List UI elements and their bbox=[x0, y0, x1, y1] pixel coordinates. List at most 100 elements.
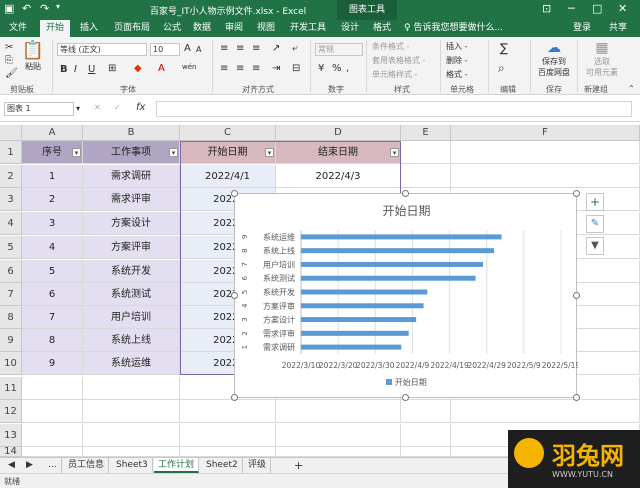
tab-format[interactable]: 格式 bbox=[369, 20, 395, 37]
tab-home[interactable]: 开始 bbox=[40, 20, 70, 37]
maximize-icon[interactable]: □ bbox=[592, 2, 602, 15]
name-box[interactable]: 图表 1 bbox=[4, 102, 74, 116]
login-link[interactable]: 登录 bbox=[570, 20, 594, 37]
cell[interactable] bbox=[401, 165, 451, 188]
select-all-corner[interactable] bbox=[0, 125, 22, 141]
row-header-7[interactable]: 7 bbox=[0, 283, 22, 306]
cell[interactable] bbox=[180, 447, 276, 457]
table-cell[interactable]: 2022/4/1 bbox=[180, 165, 276, 188]
tell-me-search[interactable]: ♀ 告诉我您想要做什么... bbox=[404, 20, 504, 37]
filter-dropdown-icon[interactable]: ▾ bbox=[390, 148, 399, 157]
number-format-select[interactable]: 常规 bbox=[315, 43, 363, 56]
collapse-ribbon-icon[interactable]: ⌃ bbox=[628, 84, 635, 93]
format-cells-button[interactable]: 格式 - bbox=[446, 69, 467, 80]
conditional-format-button[interactable]: 条件格式 - bbox=[372, 41, 409, 52]
table-cell[interactable]: 2022/4/3 bbox=[276, 165, 401, 188]
filter-dropdown-icon[interactable]: ▾ bbox=[169, 148, 178, 157]
tab-design[interactable]: 设计 bbox=[337, 20, 363, 37]
tab-review[interactable]: 审阅 bbox=[222, 20, 246, 37]
table-cell[interactable]: 6 bbox=[22, 283, 83, 306]
column-header-d[interactable]: D bbox=[276, 125, 401, 141]
ribbon-options-icon[interactable]: ⊡ bbox=[542, 2, 551, 15]
shrink-font-button[interactable]: A bbox=[196, 45, 201, 54]
row-header-14[interactable]: 14 bbox=[0, 447, 22, 457]
close-icon[interactable]: ✕ bbox=[618, 2, 627, 15]
bold-button[interactable]: B bbox=[60, 64, 68, 75]
share-button[interactable]: 共享 bbox=[600, 20, 636, 37]
format-painter-icon[interactable]: 🖌 bbox=[5, 68, 18, 79]
cell[interactable] bbox=[22, 424, 83, 447]
cell[interactable] bbox=[401, 447, 451, 457]
table-cell[interactable]: 需求评审 bbox=[83, 188, 180, 211]
cell[interactable] bbox=[451, 400, 640, 423]
chart-legend[interactable]: 开始日期 bbox=[235, 377, 578, 388]
cut-icon[interactable]: ✂ bbox=[5, 42, 13, 53]
cell[interactable] bbox=[83, 424, 180, 447]
sheet-prev-icon[interactable]: ◀ bbox=[4, 458, 19, 473]
chart-resize-handle[interactable] bbox=[402, 394, 409, 401]
cell[interactable] bbox=[180, 424, 276, 447]
tab-developer[interactable]: 开发工具 bbox=[288, 20, 328, 37]
grow-font-button[interactable]: A bbox=[184, 43, 191, 54]
redo-icon[interactable]: ↷ bbox=[40, 2, 49, 15]
cell[interactable] bbox=[401, 400, 451, 423]
tab-view[interactable]: 视图 bbox=[254, 20, 278, 37]
row-header-10[interactable]: 10 bbox=[0, 352, 22, 375]
row-header-1[interactable]: 1 bbox=[0, 141, 22, 164]
font-name-select[interactable]: 等线 (正文) bbox=[57, 43, 147, 56]
chart-resize-handle[interactable] bbox=[402, 190, 409, 197]
comma-button[interactable]: , bbox=[346, 63, 349, 74]
sheet-tab-sheet3[interactable]: Sheet3 bbox=[112, 458, 153, 473]
row-header-2[interactable]: 2 bbox=[0, 165, 22, 188]
fx-icon[interactable]: fx bbox=[136, 102, 145, 113]
align-bottom-icon[interactable]: ≡ bbox=[252, 43, 260, 54]
save-to-baidu-button[interactable]: ☁ 保存到 百度网盘 bbox=[535, 39, 573, 81]
table-cell[interactable]: 需求调研 bbox=[83, 165, 180, 188]
indent-icon[interactable]: ⇥ bbox=[272, 63, 280, 74]
row-header-4[interactable]: 4 bbox=[0, 212, 22, 235]
column-header-a[interactable]: A bbox=[22, 125, 83, 141]
cancel-icon[interactable]: ✕ bbox=[94, 103, 101, 112]
align-left-icon[interactable]: ≡ bbox=[220, 63, 228, 74]
table-cell[interactable]: 5 bbox=[22, 260, 83, 283]
table-cell[interactable]: 3 bbox=[22, 212, 83, 235]
merge-icon[interactable]: ⊟ bbox=[292, 63, 300, 74]
sheet-next-icon[interactable]: ▶ bbox=[22, 458, 37, 473]
fill-color-icon[interactable]: ◆ bbox=[134, 63, 142, 74]
table-cell[interactable]: 系统运维 bbox=[83, 352, 180, 375]
chart-resize-handle[interactable] bbox=[573, 394, 580, 401]
phonetic-icon[interactable]: wén bbox=[182, 63, 196, 71]
row-header-8[interactable]: 8 bbox=[0, 306, 22, 329]
sheet-tab-employee[interactable]: 员工信息 bbox=[64, 458, 110, 473]
row-header-11[interactable]: 11 bbox=[0, 377, 22, 400]
undo-icon[interactable]: ↶ bbox=[22, 2, 31, 15]
column-header-e[interactable]: E bbox=[401, 125, 451, 141]
cell[interactable] bbox=[83, 400, 180, 423]
column-header-f[interactable]: F bbox=[451, 125, 640, 141]
table-cell[interactable]: 方案评审 bbox=[83, 236, 180, 259]
filter-dropdown-icon[interactable]: ▾ bbox=[72, 148, 81, 157]
percent-button[interactable]: % bbox=[332, 63, 342, 74]
cell-styles-button[interactable]: 单元格样式 - bbox=[372, 69, 417, 80]
cell[interactable] bbox=[276, 400, 401, 423]
tab-file[interactable]: 文件 bbox=[4, 20, 32, 37]
border-icon[interactable]: ⊞ bbox=[108, 63, 116, 74]
table-cell[interactable]: 2 bbox=[22, 188, 83, 211]
cell[interactable] bbox=[276, 424, 401, 447]
filter-dropdown-icon[interactable]: ▾ bbox=[265, 148, 274, 157]
cell[interactable] bbox=[276, 447, 401, 457]
cell[interactable] bbox=[401, 424, 451, 447]
sheet-tab-sheet2[interactable]: Sheet2 bbox=[202, 458, 243, 473]
cell[interactable] bbox=[22, 400, 83, 423]
cell[interactable] bbox=[22, 447, 83, 457]
chart-resize-handle[interactable] bbox=[231, 292, 238, 299]
table-cell[interactable]: 系统开发 bbox=[83, 260, 180, 283]
tab-data[interactable]: 数据 bbox=[190, 20, 214, 37]
find-icon[interactable]: ⌕ bbox=[498, 61, 505, 76]
name-box-dropdown-icon[interactable]: ▾ bbox=[76, 104, 80, 113]
add-sheet-button[interactable]: + bbox=[290, 458, 307, 473]
chart-styles-button[interactable]: ✎ bbox=[586, 215, 604, 233]
currency-icon[interactable]: ¥ bbox=[318, 63, 324, 74]
sheet-tab-work-plan[interactable]: 工作计划 bbox=[154, 458, 200, 473]
row-header-5[interactable]: 5 bbox=[0, 236, 22, 259]
